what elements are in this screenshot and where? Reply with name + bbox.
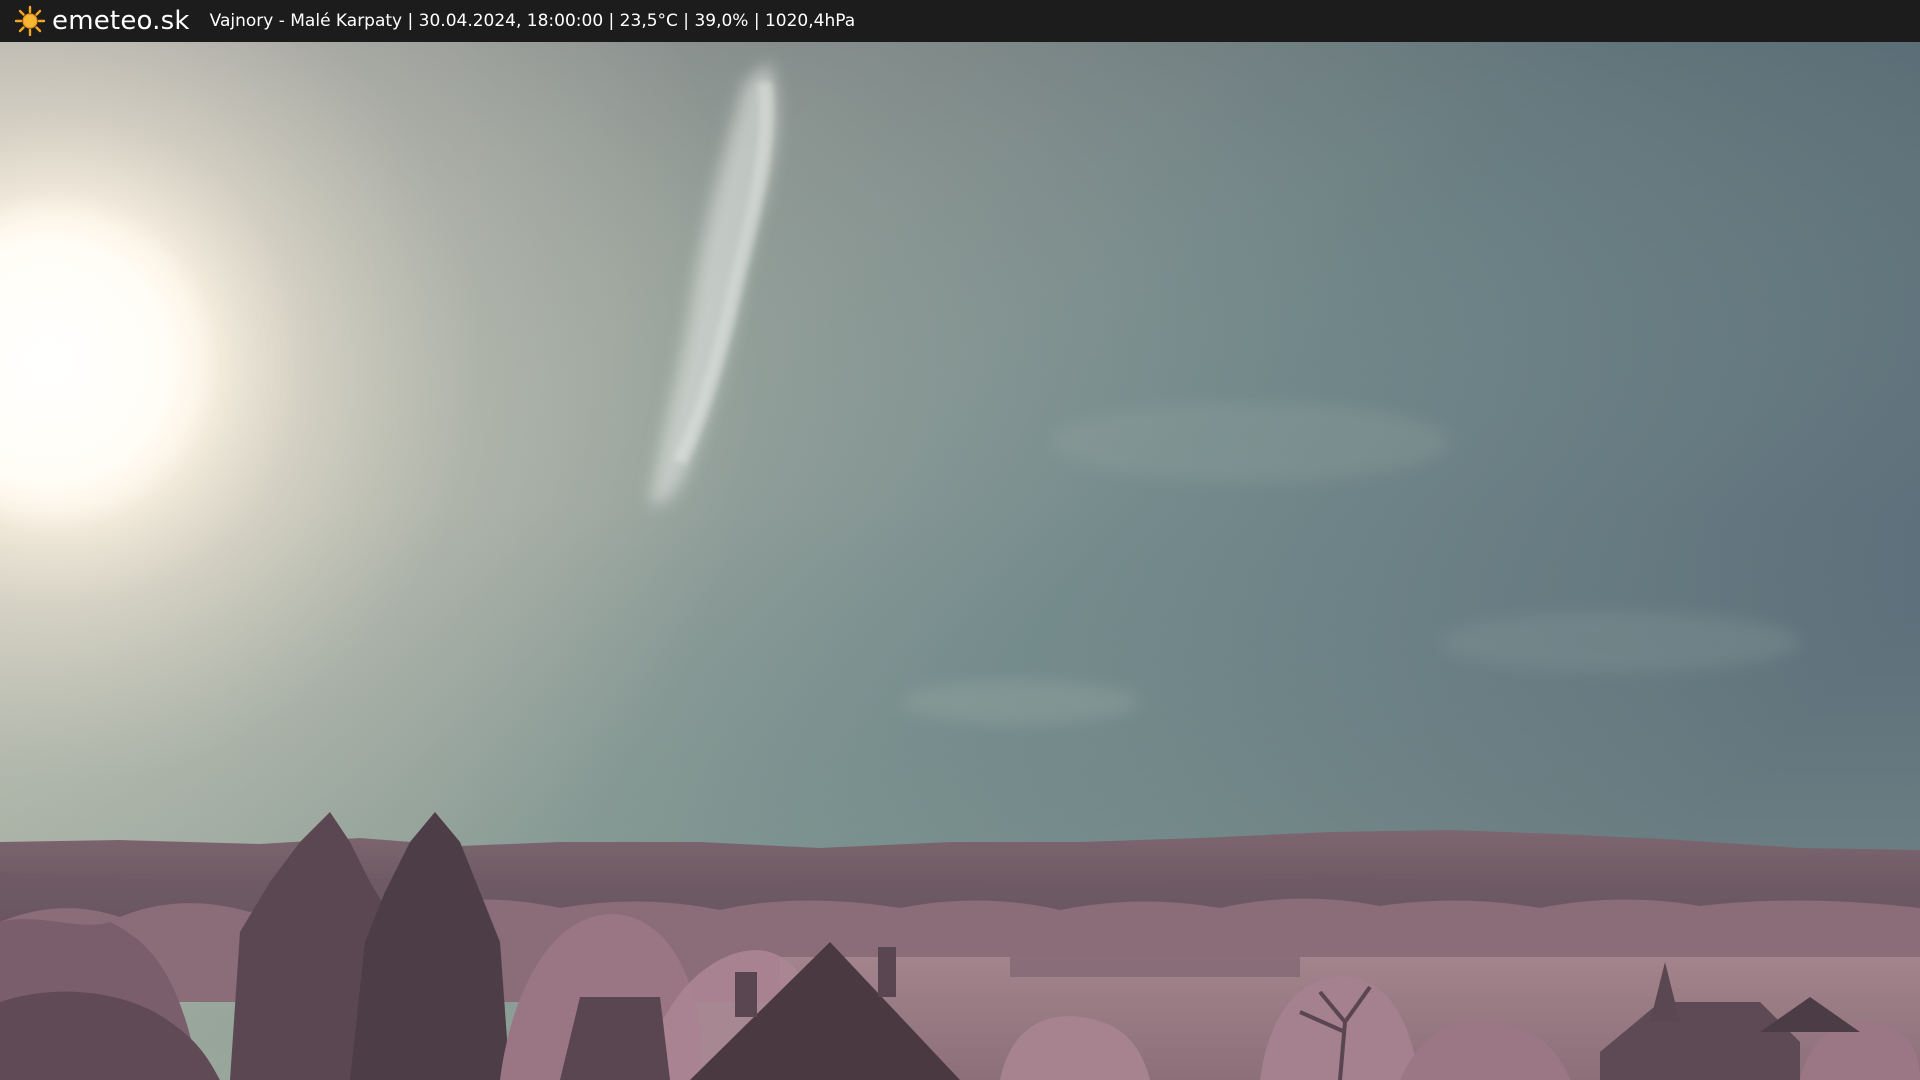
site-logo[interactable]: emeteo.sk: [14, 0, 190, 42]
sun-icon: [14, 5, 46, 37]
header-bar: emeteo.sk Vajnory - Malé Karpaty | 30.04…: [0, 0, 1920, 42]
weather-info-text: Vajnory - Malé Karpaty | 30.04.2024, 18:…: [209, 11, 856, 31]
webcam-image: [0, 42, 1920, 1080]
webcam-frame: emeteo.sk Vajnory - Malé Karpaty | 30.04…: [0, 0, 1920, 1080]
brand-name: emeteo.sk: [52, 6, 190, 36]
landscape-illustration: [0, 42, 1920, 1080]
